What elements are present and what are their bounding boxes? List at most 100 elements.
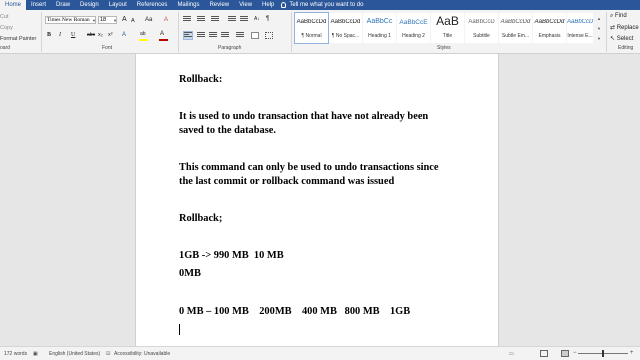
zoom-out-icon[interactable]: − bbox=[573, 350, 577, 356]
tab-review[interactable]: Review bbox=[204, 0, 234, 10]
bold-button[interactable]: B bbox=[47, 31, 51, 39]
proofing-icon[interactable]: ▣ bbox=[33, 351, 38, 357]
chevron-up-icon[interactable]: ▲ bbox=[597, 16, 601, 21]
style-subtle-emphasis[interactable]: AaBbCcDd Subtle Em... bbox=[499, 13, 532, 43]
tab-layout[interactable]: Layout bbox=[104, 0, 132, 10]
borders-icon[interactable] bbox=[265, 32, 273, 39]
chevron-down-icon[interactable]: ▼ bbox=[597, 26, 601, 31]
style-subtitle[interactable]: AaBbCcD Subtitle bbox=[465, 13, 498, 43]
replace-label: Replace bbox=[616, 25, 639, 31]
tab-references[interactable]: References bbox=[132, 0, 173, 10]
tab-design[interactable]: Design bbox=[75, 0, 104, 10]
style-preview: AaBbCcE bbox=[399, 19, 428, 26]
style-title[interactable]: AaB Title bbox=[431, 13, 464, 43]
subscript-button[interactable]: x₂ bbox=[98, 31, 103, 39]
find-button[interactable]: ⌕ Find bbox=[610, 13, 627, 20]
strikethrough-button[interactable]: abc bbox=[87, 31, 95, 39]
line-spacing-icon[interactable] bbox=[236, 32, 244, 39]
style-intense-emphasis[interactable]: AaBbCcDd Intense E... bbox=[567, 13, 593, 43]
style-emphasis[interactable]: AaBbCcDd Emphasis bbox=[533, 13, 566, 43]
align-right-icon[interactable] bbox=[209, 32, 217, 39]
style-name: Intense E... bbox=[567, 33, 593, 39]
text-cursor bbox=[179, 324, 180, 335]
style-preview: AaBbCcD bbox=[468, 19, 495, 25]
styles-gallery-more-icon[interactable]: ▼ bbox=[597, 36, 601, 41]
increase-indent-icon[interactable] bbox=[240, 16, 248, 23]
print-layout-icon[interactable] bbox=[561, 350, 569, 357]
tab-mailings[interactable]: Mailings bbox=[172, 0, 204, 10]
tell-me-box[interactable]: Tell me what you want to do bbox=[281, 2, 363, 8]
focus-icon[interactable]: ▭ bbox=[509, 351, 514, 357]
style-name: ¶ No Spac... bbox=[331, 33, 360, 39]
language-status[interactable]: English (United States) bbox=[49, 351, 100, 357]
doc-line: the last commit or rollback command was … bbox=[179, 176, 395, 187]
chevron-down-icon[interactable]: ▼ bbox=[113, 18, 117, 23]
style-heading-1[interactable]: AaBbCc Heading 1 bbox=[363, 13, 396, 43]
bullets-icon[interactable] bbox=[183, 16, 191, 23]
divider bbox=[606, 12, 607, 52]
ribbon: Cut Copy Format Painter oard Times New R… bbox=[0, 10, 640, 54]
shading-icon[interactable] bbox=[251, 32, 259, 39]
style-normal[interactable]: AaBbCcDd ¶ Normal bbox=[294, 12, 329, 44]
doc-line: 0 MB – 100 MB 200MB 400 MB 800 MB 1GB bbox=[179, 306, 411, 317]
font-color-button[interactable]: A bbox=[160, 30, 164, 38]
style-no-spacing[interactable]: AaBbCcDd ¶ No Spac... bbox=[329, 13, 362, 43]
format-painter-button[interactable]: Format Painter bbox=[0, 36, 36, 42]
doc-line: 1GB -> 990 MB 10 MB bbox=[179, 250, 284, 261]
justify-icon[interactable] bbox=[221, 32, 229, 39]
tab-view[interactable]: View bbox=[234, 0, 257, 10]
word-count[interactable]: 172 words bbox=[4, 351, 27, 357]
read-mode-icon[interactable] bbox=[540, 350, 548, 357]
tab-draw[interactable]: Draw bbox=[51, 0, 75, 10]
grow-font-button[interactable]: A bbox=[122, 16, 127, 24]
clipboard-group-label: oard bbox=[0, 45, 11, 51]
select-label: Select bbox=[616, 36, 634, 42]
chevron-down-icon[interactable]: ▼ bbox=[92, 18, 96, 23]
doc-line: saved to the database. bbox=[179, 125, 276, 136]
numbering-icon[interactable] bbox=[197, 16, 205, 23]
document-canvas[interactable]: Rollback: It is used to undo transaction… bbox=[0, 54, 640, 346]
sort-icon[interactable]: A↓ bbox=[254, 15, 260, 23]
text-effects-button[interactable]: A bbox=[122, 31, 126, 39]
decrease-indent-icon[interactable] bbox=[228, 16, 236, 23]
italic-button[interactable]: I bbox=[59, 31, 61, 39]
style-name: Heading 1 bbox=[368, 33, 391, 39]
underline-button[interactable]: U bbox=[71, 31, 75, 39]
replace-button[interactable]: ⇄ Replace bbox=[610, 24, 639, 31]
style-preview: AaBbCcDd bbox=[296, 19, 327, 25]
tab-insert[interactable]: Insert bbox=[26, 0, 51, 10]
doc-line: It is used to undo transaction that have… bbox=[179, 111, 429, 122]
shrink-font-button[interactable]: A bbox=[131, 17, 135, 25]
zoom-thumb[interactable] bbox=[602, 350, 604, 357]
style-name: Emphasis bbox=[538, 33, 561, 39]
multilevel-list-icon[interactable] bbox=[211, 16, 219, 23]
doc-line: Rollback; bbox=[179, 213, 223, 224]
cut-button[interactable]: Cut bbox=[0, 14, 9, 20]
style-preview: AaB bbox=[436, 14, 459, 28]
doc-line: 0MB bbox=[179, 268, 201, 279]
status-bar: 172 words ▣ English (United States) ☑ Ac… bbox=[0, 346, 640, 360]
highlight-button[interactable]: ab bbox=[140, 30, 146, 38]
style-preview: AaBbCc bbox=[366, 18, 393, 25]
accessibility-status[interactable]: Accessibility: Unavailable bbox=[114, 351, 170, 357]
style-heading-2[interactable]: AaBbCcE Heading 2 bbox=[397, 13, 430, 43]
clear-formatting-button[interactable]: A bbox=[164, 16, 168, 24]
divider bbox=[41, 12, 42, 52]
style-name: ¶ Normal bbox=[301, 33, 322, 39]
accessibility-icon[interactable]: ☑ bbox=[106, 351, 110, 357]
style-name: Title bbox=[442, 33, 453, 39]
select-button[interactable]: ↖ Select bbox=[610, 35, 633, 42]
align-left-icon[interactable] bbox=[183, 31, 193, 40]
align-center-icon[interactable] bbox=[197, 32, 205, 39]
tab-home[interactable]: Home bbox=[0, 0, 27, 10]
ribbon-tab-bar: Home Insert Draw Design Layout Reference… bbox=[0, 0, 640, 10]
change-case-button[interactable]: Aa bbox=[145, 16, 152, 24]
pilcrow-icon[interactable]: ¶ bbox=[266, 15, 269, 23]
style-name: Heading 2 bbox=[402, 33, 425, 39]
tab-help[interactable]: Help bbox=[257, 0, 279, 10]
document-page[interactable]: Rollback: It is used to undo transaction… bbox=[135, 54, 499, 346]
superscript-button[interactable]: x² bbox=[108, 31, 113, 39]
zoom-in-icon[interactable]: + bbox=[630, 350, 634, 356]
font-name-field[interactable]: Times New Roman bbox=[45, 16, 96, 24]
copy-button[interactable]: Copy bbox=[0, 25, 13, 31]
